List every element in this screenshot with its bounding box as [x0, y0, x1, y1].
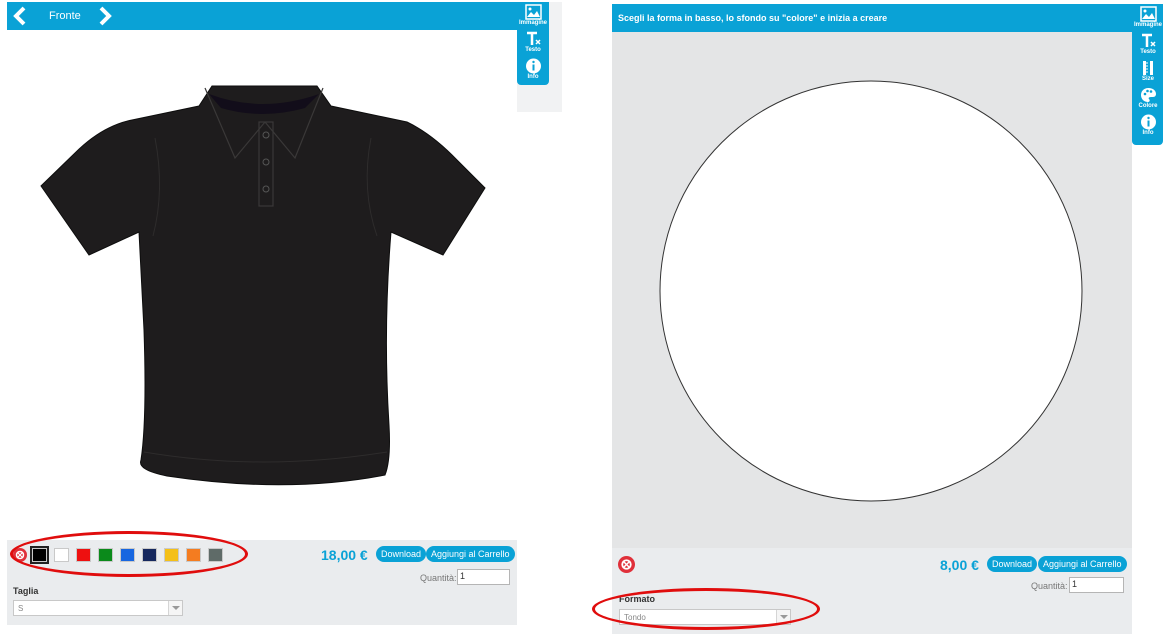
design-toolbar: Immagine Testo Size Colore Info [1132, 4, 1163, 145]
instruction-text: Scegli la forma in basso, lo sfondo su "… [618, 13, 888, 23]
add-to-cart-button[interactable]: Aggiungi al Carrello [426, 546, 515, 562]
chevron-down-icon [776, 610, 790, 624]
swatch-green[interactable] [98, 548, 113, 562]
tool-color-label: Colore [1138, 103, 1158, 109]
price: 18,00 € [321, 547, 368, 563]
tool-image-label: Immagine [518, 20, 547, 26]
swatch-navy[interactable] [142, 548, 157, 562]
tool-text[interactable]: Testo [1132, 31, 1164, 58]
price: 8,00 € [940, 557, 979, 573]
swatch-black[interactable] [30, 546, 49, 564]
chevron-left-icon[interactable] [11, 6, 29, 26]
tool-info[interactable]: Info [1132, 112, 1164, 139]
tool-size-label: Size [1141, 76, 1154, 82]
view-header: Fronte [7, 2, 517, 30]
quantity-input[interactable]: 1 [457, 569, 510, 585]
ruler-icon [1142, 61, 1153, 75]
tool-image[interactable]: Immagine [517, 2, 549, 29]
product-options-bar: 8,00 € Download Aggiungi al Carrello Qua… [612, 548, 1132, 634]
quantity-label: Quantità: [1031, 581, 1068, 591]
product-preview[interactable] [37, 80, 487, 490]
swatch-yellow[interactable] [164, 548, 179, 562]
size-select-value: S [18, 604, 24, 613]
text-icon [1141, 33, 1156, 47]
polo-shirt-image [40, 85, 486, 486]
info-icon [1140, 114, 1156, 130]
reset-icon[interactable] [13, 548, 27, 562]
size-label: Taglia [13, 586, 39, 596]
tool-text-label: Testo [1140, 49, 1156, 55]
tool-info[interactable]: Info [517, 56, 549, 83]
tool-image[interactable]: Immagine [1132, 4, 1164, 31]
tool-text-label: Testo [525, 47, 541, 53]
design-toolbar: Immagine Testo Info [517, 2, 549, 85]
format-select[interactable]: Tondo [619, 609, 791, 625]
reset-icon[interactable] [618, 556, 635, 573]
round-shape [659, 80, 1083, 502]
view-label: Fronte [49, 10, 81, 22]
design-canvas[interactable] [612, 32, 1132, 548]
format-label: Formato [619, 594, 655, 604]
tool-size[interactable]: Size [1132, 58, 1164, 85]
image-icon [524, 4, 542, 20]
swatch-blue[interactable] [120, 548, 135, 562]
quantity-label: Quantità: [420, 573, 457, 583]
tool-info-label: Info [527, 74, 539, 80]
size-select[interactable]: S [13, 600, 183, 616]
download-button[interactable]: Download [987, 556, 1038, 572]
tool-text[interactable]: Testo [517, 29, 549, 56]
swatch-red[interactable] [76, 548, 91, 562]
chevron-right-icon[interactable] [96, 6, 114, 26]
text-icon [526, 31, 541, 45]
color-swatches [13, 546, 230, 564]
tool-image-label: Immagine [1133, 22, 1162, 28]
chevron-down-icon [168, 601, 182, 615]
instruction-header: Scegli la forma in basso, lo sfondo su "… [612, 4, 1132, 32]
swatch-grey-melange[interactable] [208, 548, 223, 562]
palette-icon [1140, 88, 1156, 102]
swatch-orange[interactable] [186, 548, 201, 562]
tool-color[interactable]: Colore [1132, 85, 1164, 112]
custom-shape-designer-panel: Scegli la forma in basso, lo sfondo su "… [612, 0, 1170, 634]
quantity-input[interactable]: 1 [1069, 577, 1124, 593]
format-select-value: Tondo [624, 613, 646, 622]
add-to-cart-button[interactable]: Aggiungi al Carrello [1038, 556, 1127, 572]
info-icon [525, 58, 541, 74]
tshirt-designer-panel: Fronte Immagine Testo Info 18,00 € Downl… [7, 0, 562, 634]
tool-info-label: Info [1142, 130, 1154, 136]
download-button[interactable]: Download [376, 546, 427, 562]
swatch-white[interactable] [54, 548, 69, 562]
image-icon [1139, 6, 1157, 22]
product-options-bar: 18,00 € Download Aggiungi al Carrello Qu… [7, 540, 517, 625]
